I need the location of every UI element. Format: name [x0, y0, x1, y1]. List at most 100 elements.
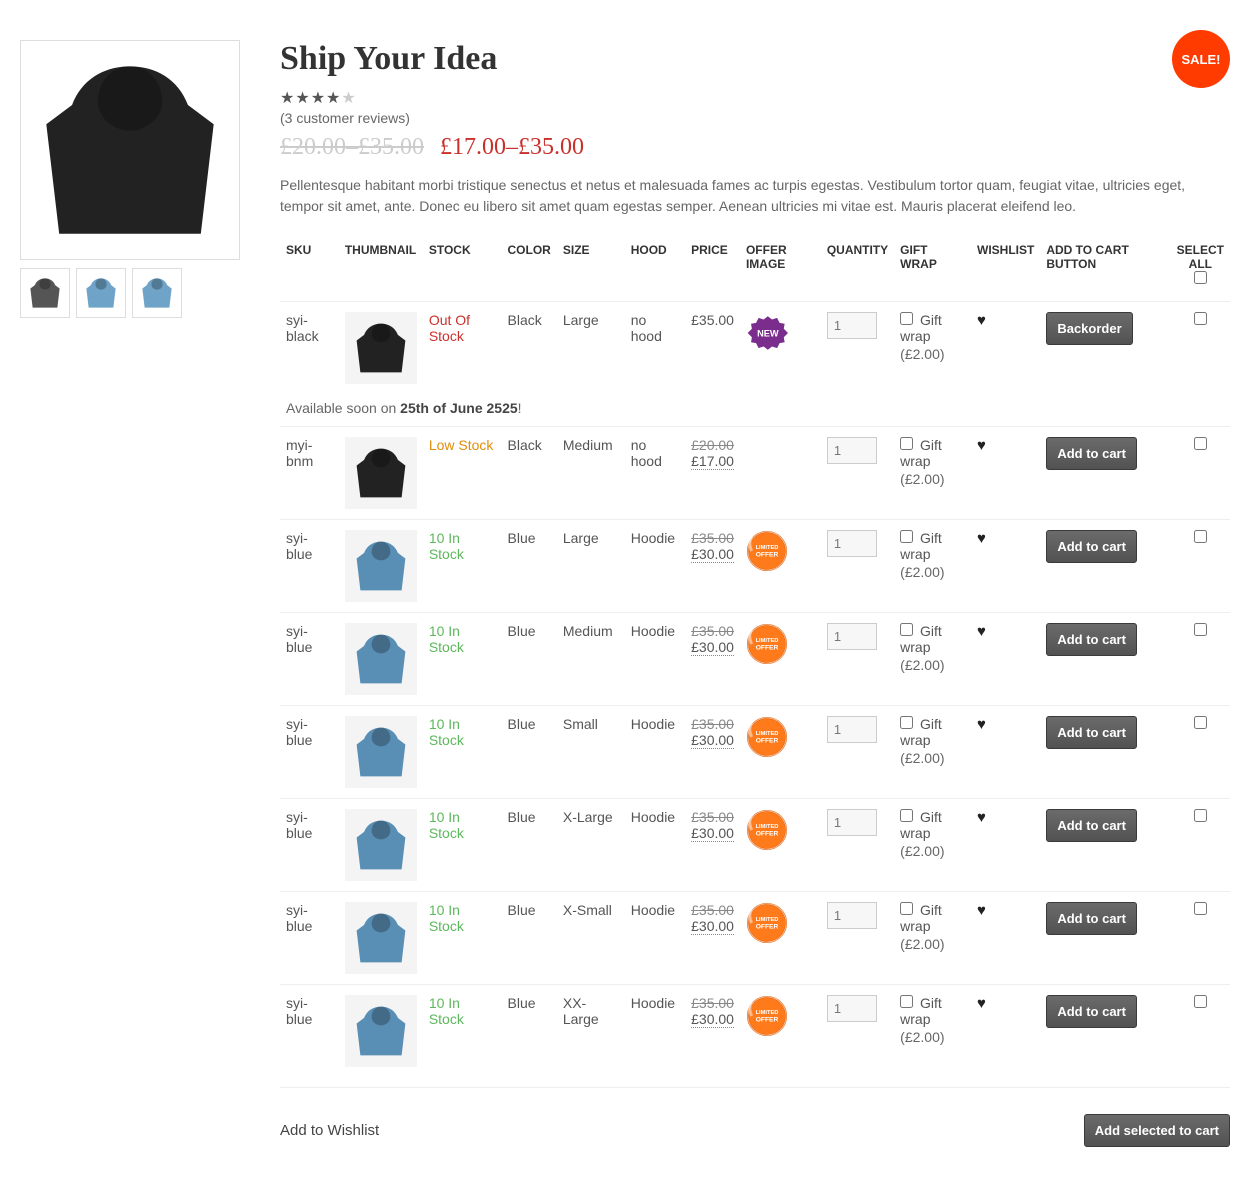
old-price: £35.00 [691, 809, 734, 825]
row-select-checkbox[interactable] [1194, 530, 1207, 543]
quantity-input[interactable] [827, 623, 877, 650]
row-thumbnail[interactable] [345, 716, 417, 788]
gift-wrap-price: (£2.00) [900, 843, 965, 859]
limited-offer-icon [746, 902, 788, 944]
gift-wrap-checkbox[interactable] [900, 437, 913, 450]
heart-icon[interactable]: ♥ [977, 902, 986, 919]
heart-icon[interactable]: ♥ [977, 809, 986, 826]
row-select-checkbox[interactable] [1194, 809, 1207, 822]
stock-status: Out Of Stock [429, 312, 470, 344]
color-cell: Blue [502, 520, 557, 613]
reviews-link[interactable]: (3 customer reviews) [280, 110, 1230, 126]
gift-wrap-checkbox[interactable] [900, 312, 913, 325]
gift-wrap-checkbox[interactable] [900, 809, 913, 822]
row-thumbnail[interactable] [345, 437, 417, 509]
gift-wrap-price: (£2.00) [900, 657, 965, 673]
new-price: £30.00 [691, 732, 734, 749]
add-to-wishlist-link[interactable]: Add to Wishlist [280, 1122, 379, 1139]
sku-cell: syi-blue [280, 520, 339, 613]
quantity-input[interactable] [827, 902, 877, 929]
table-row: myi-bnmLow StockBlackMediumno hood£20.00… [280, 427, 1230, 520]
gift-wrap-checkbox[interactable] [900, 623, 913, 636]
col-quantity: QUANTITY [821, 235, 894, 302]
price: £35.00 [691, 312, 734, 328]
col-stock: STOCK [423, 235, 502, 302]
gift-wrap-price: (£2.00) [900, 346, 965, 362]
add-to-cart-button[interactable]: Add to cart [1046, 716, 1137, 749]
add-to-cart-button[interactable]: Add to cart [1046, 809, 1137, 842]
add-selected-to-cart-button[interactable]: Add selected to cart [1084, 1114, 1230, 1147]
row-thumbnail[interactable] [345, 530, 417, 602]
hood-cell: no hood [625, 427, 685, 520]
row-select-checkbox[interactable] [1194, 437, 1207, 450]
new-price: £30.00 [691, 825, 734, 842]
add-to-cart-button[interactable]: Add to cart [1046, 530, 1137, 563]
table-row: syi-blue10 In StockBlueXX-LargeHoodie£35… [280, 985, 1230, 1078]
heart-icon[interactable]: ♥ [977, 437, 986, 454]
add-to-cart-button[interactable]: Add to cart [1046, 902, 1137, 935]
row-thumbnail[interactable] [345, 809, 417, 881]
color-cell: Black [502, 427, 557, 520]
quantity-input[interactable] [827, 716, 877, 743]
old-price: £35.00 [691, 902, 734, 918]
col-select-all: SELECT ALL [1171, 235, 1230, 302]
heart-icon[interactable]: ♥ [977, 530, 986, 547]
heart-icon[interactable]: ♥ [977, 312, 986, 329]
limited-offer-icon [746, 623, 788, 665]
quantity-input[interactable] [827, 437, 877, 464]
product-title: Ship Your Idea [280, 40, 1230, 78]
backorder-button[interactable]: Backorder [1046, 312, 1132, 345]
thumbnail-blue-1[interactable] [76, 268, 126, 318]
stock-status: 10 In Stock [429, 902, 464, 934]
size-cell: Large [557, 520, 625, 613]
add-to-cart-button[interactable]: Add to cart [1046, 623, 1137, 656]
row-thumbnail[interactable] [345, 312, 417, 384]
row-select-checkbox[interactable] [1194, 623, 1207, 636]
row-select-checkbox[interactable] [1194, 716, 1207, 729]
thumbnail-black[interactable] [20, 268, 70, 318]
heart-icon[interactable]: ♥ [977, 995, 986, 1012]
gift-wrap-checkbox[interactable] [900, 530, 913, 543]
quantity-input[interactable] [827, 809, 877, 836]
add-to-cart-button[interactable]: Add to cart [1046, 437, 1137, 470]
col-price: PRICE [685, 235, 740, 302]
new-price: £30.00 [691, 546, 734, 563]
table-row: syi-blue10 In StockBlueSmallHoodie£35.00… [280, 706, 1230, 799]
new-price: £17.00 [691, 453, 734, 470]
gift-wrap-checkbox[interactable] [900, 902, 913, 915]
row-thumbnail[interactable] [345, 623, 417, 695]
thumbnail-blue-2[interactable] [132, 268, 182, 318]
row-select-checkbox[interactable] [1194, 902, 1207, 915]
select-all-checkbox[interactable] [1194, 271, 1207, 284]
row-select-checkbox[interactable] [1194, 312, 1207, 325]
product-description: Pellentesque habitant morbi tristique se… [280, 175, 1230, 217]
sku-cell: syi-blue [280, 613, 339, 706]
hood-cell: no hood [625, 302, 685, 395]
hood-cell: Hoodie [625, 799, 685, 892]
size-cell: Medium [557, 427, 625, 520]
heart-icon[interactable]: ♥ [977, 716, 986, 733]
heart-icon[interactable]: ♥ [977, 623, 986, 640]
add-to-cart-button[interactable]: Add to cart [1046, 995, 1137, 1028]
gift-wrap-checkbox[interactable] [900, 716, 913, 729]
old-price: £20.00 [691, 437, 734, 453]
gift-wrap-checkbox[interactable] [900, 995, 913, 1008]
new-price: £30.00 [691, 918, 734, 935]
quantity-input[interactable] [827, 312, 877, 339]
size-cell: X-Small [557, 892, 625, 985]
hood-cell: Hoodie [625, 985, 685, 1078]
quantity-input[interactable] [827, 995, 877, 1022]
row-thumbnail[interactable] [345, 902, 417, 974]
new-price: £30.00 [691, 1011, 734, 1028]
row-thumbnail[interactable] [345, 995, 417, 1067]
size-cell: Large [557, 302, 625, 395]
sku-cell: syi-blue [280, 892, 339, 985]
new-price: £30.00 [691, 639, 734, 656]
quantity-input[interactable] [827, 530, 877, 557]
gift-wrap-price: (£2.00) [900, 564, 965, 580]
color-cell: Blue [502, 799, 557, 892]
col-gift-wrap: GIFT WRAP [894, 235, 971, 302]
main-product-image[interactable] [20, 40, 240, 260]
row-select-checkbox[interactable] [1194, 995, 1207, 1008]
limited-offer-icon [746, 995, 788, 1037]
